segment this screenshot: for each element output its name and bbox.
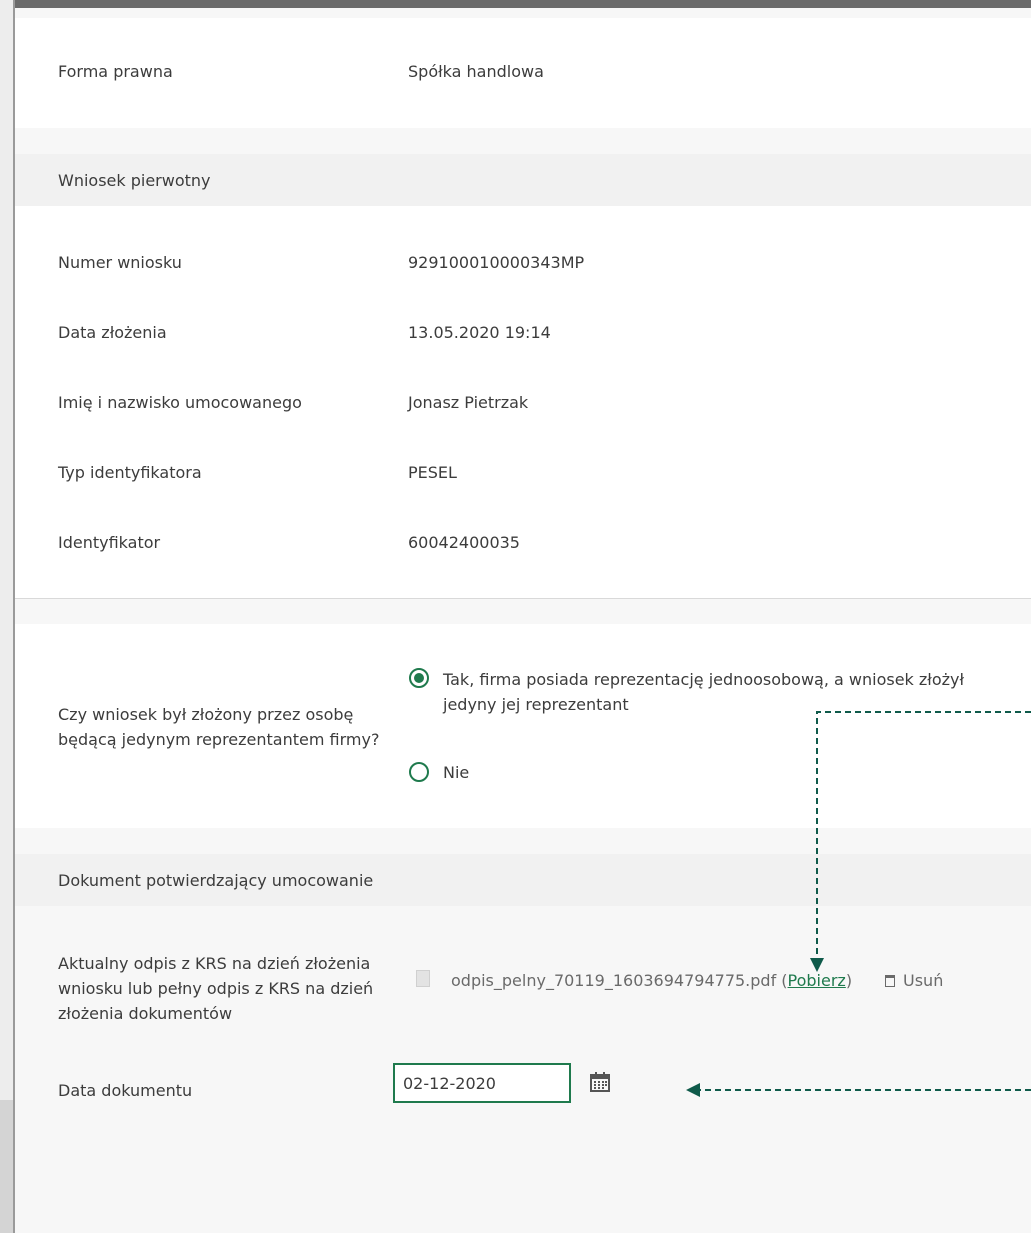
field-label-authorized-person: Imię i nazwisko umocowanego <box>58 393 302 412</box>
radio-yes[interactable] <box>409 668 429 688</box>
field-value-submission-date: 13.05.2020 19:14 <box>408 323 551 342</box>
paren-open: ( <box>776 971 788 990</box>
paren-close: ) <box>845 971 853 990</box>
field-value-authorized-person: Jonasz Pietrzak <box>408 393 529 412</box>
delete-button[interactable]: Usuń <box>885 968 943 993</box>
original-application-fields: Numer wniosku 929100010000343MP Data zło… <box>15 206 1031 598</box>
file-name: odpis_pelny_70119_1603694794775.pdf <box>451 971 777 990</box>
section-title-document: Dokument potwierdzający umocowanie <box>58 871 374 890</box>
field-label-application-number: Numer wniosku <box>58 253 182 272</box>
representative-question-row: Czy wniosek był złożony przez osobę będą… <box>15 624 1031 828</box>
form-panel: Forma prawna Spółka handlowa Wniosek pie… <box>15 8 1031 1233</box>
download-link[interactable]: Pobierz <box>788 971 846 990</box>
radio-no[interactable] <box>409 762 429 782</box>
field-label-submission-date: Data złożenia <box>58 323 167 342</box>
radio-no-label[interactable]: Nie <box>443 760 469 785</box>
document-date-label: Data dokumentu <box>58 1081 193 1100</box>
section-title: Wniosek pierwotny <box>58 171 211 190</box>
field-label-identifier-type: Typ identyfikatora <box>58 463 202 482</box>
radio-yes-label-line-2[interactable]: jedyny jej reprezentant <box>443 692 629 717</box>
top-border <box>0 0 1031 8</box>
field-label-identifier: Identyfikator <box>58 533 161 552</box>
radio-yes-label-line-1[interactable]: Tak, firma posiada reprezentację jednoos… <box>443 667 964 692</box>
file-icon <box>416 970 430 987</box>
field-value-identifier-type: PESEL <box>408 463 457 482</box>
question-line-1: Czy wniosek był złożony przez osobę <box>58 705 354 724</box>
section-header-authorization-document: Dokument potwierdzający umocowanie <box>15 854 1031 906</box>
section-header-original-application: Wniosek pierwotny <box>15 154 1031 206</box>
left-border-shade <box>0 1100 13 1233</box>
left-border <box>0 0 15 1233</box>
krs-label-line-3: złożenia dokumentów <box>58 1004 233 1023</box>
krs-label-line-1: Aktualny odpis z KRS na dzień złożenia <box>58 954 371 973</box>
field-value-application-number: 929100010000343MP <box>408 253 585 272</box>
field-value-identifier: 60042400035 <box>408 533 520 552</box>
divider <box>15 598 1031 599</box>
delete-label: Usuń <box>903 971 944 990</box>
calendar-icon[interactable] <box>590 1072 610 1092</box>
trash-icon <box>885 975 895 987</box>
document-date-input[interactable] <box>393 1063 571 1103</box>
file-entry: odpis_pelny_70119_1603694794775.pdf (Pob… <box>451 968 852 993</box>
legal-form-row: Forma prawna Spółka handlowa <box>15 18 1031 128</box>
legal-form-value: Spółka handlowa <box>408 62 544 81</box>
krs-label-line-2: wniosku lub pełny odpis z KRS na dzień <box>58 979 374 998</box>
question-line-2: będącą jedynym reprezentantem firmy? <box>58 730 380 749</box>
legal-form-label: Forma prawna <box>58 62 173 81</box>
